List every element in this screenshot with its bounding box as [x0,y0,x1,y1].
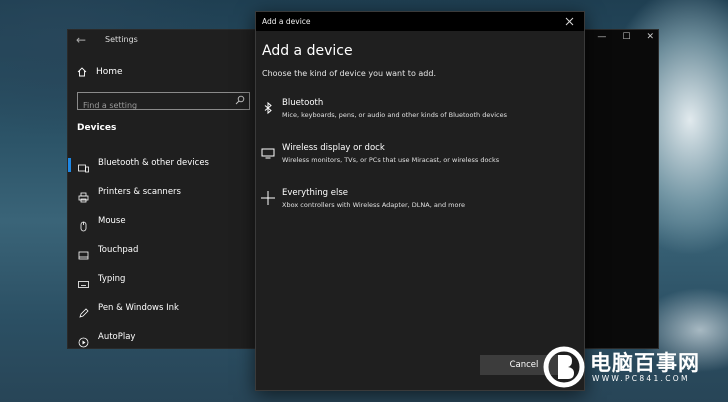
option-description: Mice, keyboards, pens, or audio and othe… [282,111,507,119]
sidebar-item-bluetooth-other-devices[interactable]: Bluetooth & other devices [68,154,255,183]
sidebar-item-mouse[interactable]: Mouse [68,212,255,241]
watermark: 电脑百事网 WWW.PC841.COM [542,345,728,389]
bluetooth-icon [264,101,272,115]
pen-icon [78,308,89,319]
sidebar-item-label: Touchpad [98,244,139,255]
close-window-icon[interactable]: ✕ [646,32,654,42]
option-description: Xbox controllers with Wireless Adapter, … [282,201,465,209]
option-title: Everything else [282,188,348,198]
sidebar-item-label: AutoPlay [98,331,136,342]
minimize-icon[interactable]: — [597,32,606,42]
option-everything-else[interactable]: Everything else Xbox controllers with Wi… [261,188,571,222]
option-title: Bluetooth [282,98,324,108]
option-bluetooth[interactable]: Bluetooth Mice, keyboards, pens, or audi… [261,98,571,132]
dialog-titlebar-text: Add a device [262,17,311,26]
watermark-logo [543,346,585,388]
option-description: Wireless monitors, TVs, or PCs that use … [282,156,500,164]
sidebar-item-pen-windows-ink[interactable]: Pen & Windows Ink [68,299,255,328]
sidebar-item-printers-scanners[interactable]: Printers & scanners [68,183,255,212]
sidebar-item-label: Printers & scanners [98,186,181,197]
sidebar-item-label: Mouse [98,215,126,226]
option-wireless-display-dock[interactable]: Wireless display or dock Wireless monito… [261,143,571,177]
dialog-heading: Add a device [262,43,353,59]
sidebar-item-typing[interactable]: Typing [68,270,255,299]
home-label: Home [96,67,123,77]
watermark-url: WWW.PC841.COM [592,374,690,383]
autoplay-icon [78,337,89,348]
search-icon[interactable] [235,95,245,105]
home-icon [77,67,87,77]
settings-search-box[interactable] [77,92,250,114]
back-arrow-icon[interactable]: ← [76,33,86,47]
sidebar-item-autoplay[interactable]: AutoPlay [68,328,255,357]
add-device-dialog: Add a device Add a device Choose the kin… [255,11,585,391]
sidebar-item-label: Bluetooth & other devices [98,157,209,168]
nav-home[interactable]: Home [77,67,123,77]
search-input[interactable] [78,97,238,114]
sidebar-item-label: Typing [98,273,126,284]
watermark-title: 电脑百事网 [590,351,700,375]
maximize-icon[interactable]: ☐ [622,32,630,42]
touchpad-icon [78,250,89,261]
settings-title: Settings [105,35,138,44]
window-controls: — ☐ ✕ [597,32,654,42]
devices-nav-list: Bluetooth & other devices Printers & sca… [68,154,255,357]
keyboard-icon [78,279,89,290]
sidebar-item-label: Pen & Windows Ink [98,302,179,313]
mouse-icon [78,221,89,232]
section-heading: Devices [77,123,117,133]
monitor-icon [261,148,275,159]
plus-icon [261,191,275,205]
option-title: Wireless display or dock [282,143,385,153]
close-icon[interactable] [563,15,576,28]
printer-icon [78,192,89,203]
sidebar-item-touchpad[interactable]: Touchpad [68,241,255,270]
dialog-subtitle: Choose the kind of device you want to ad… [262,69,436,78]
dialog-titlebar: Add a device [256,12,584,31]
bluetooth-devices-icon [78,163,89,174]
